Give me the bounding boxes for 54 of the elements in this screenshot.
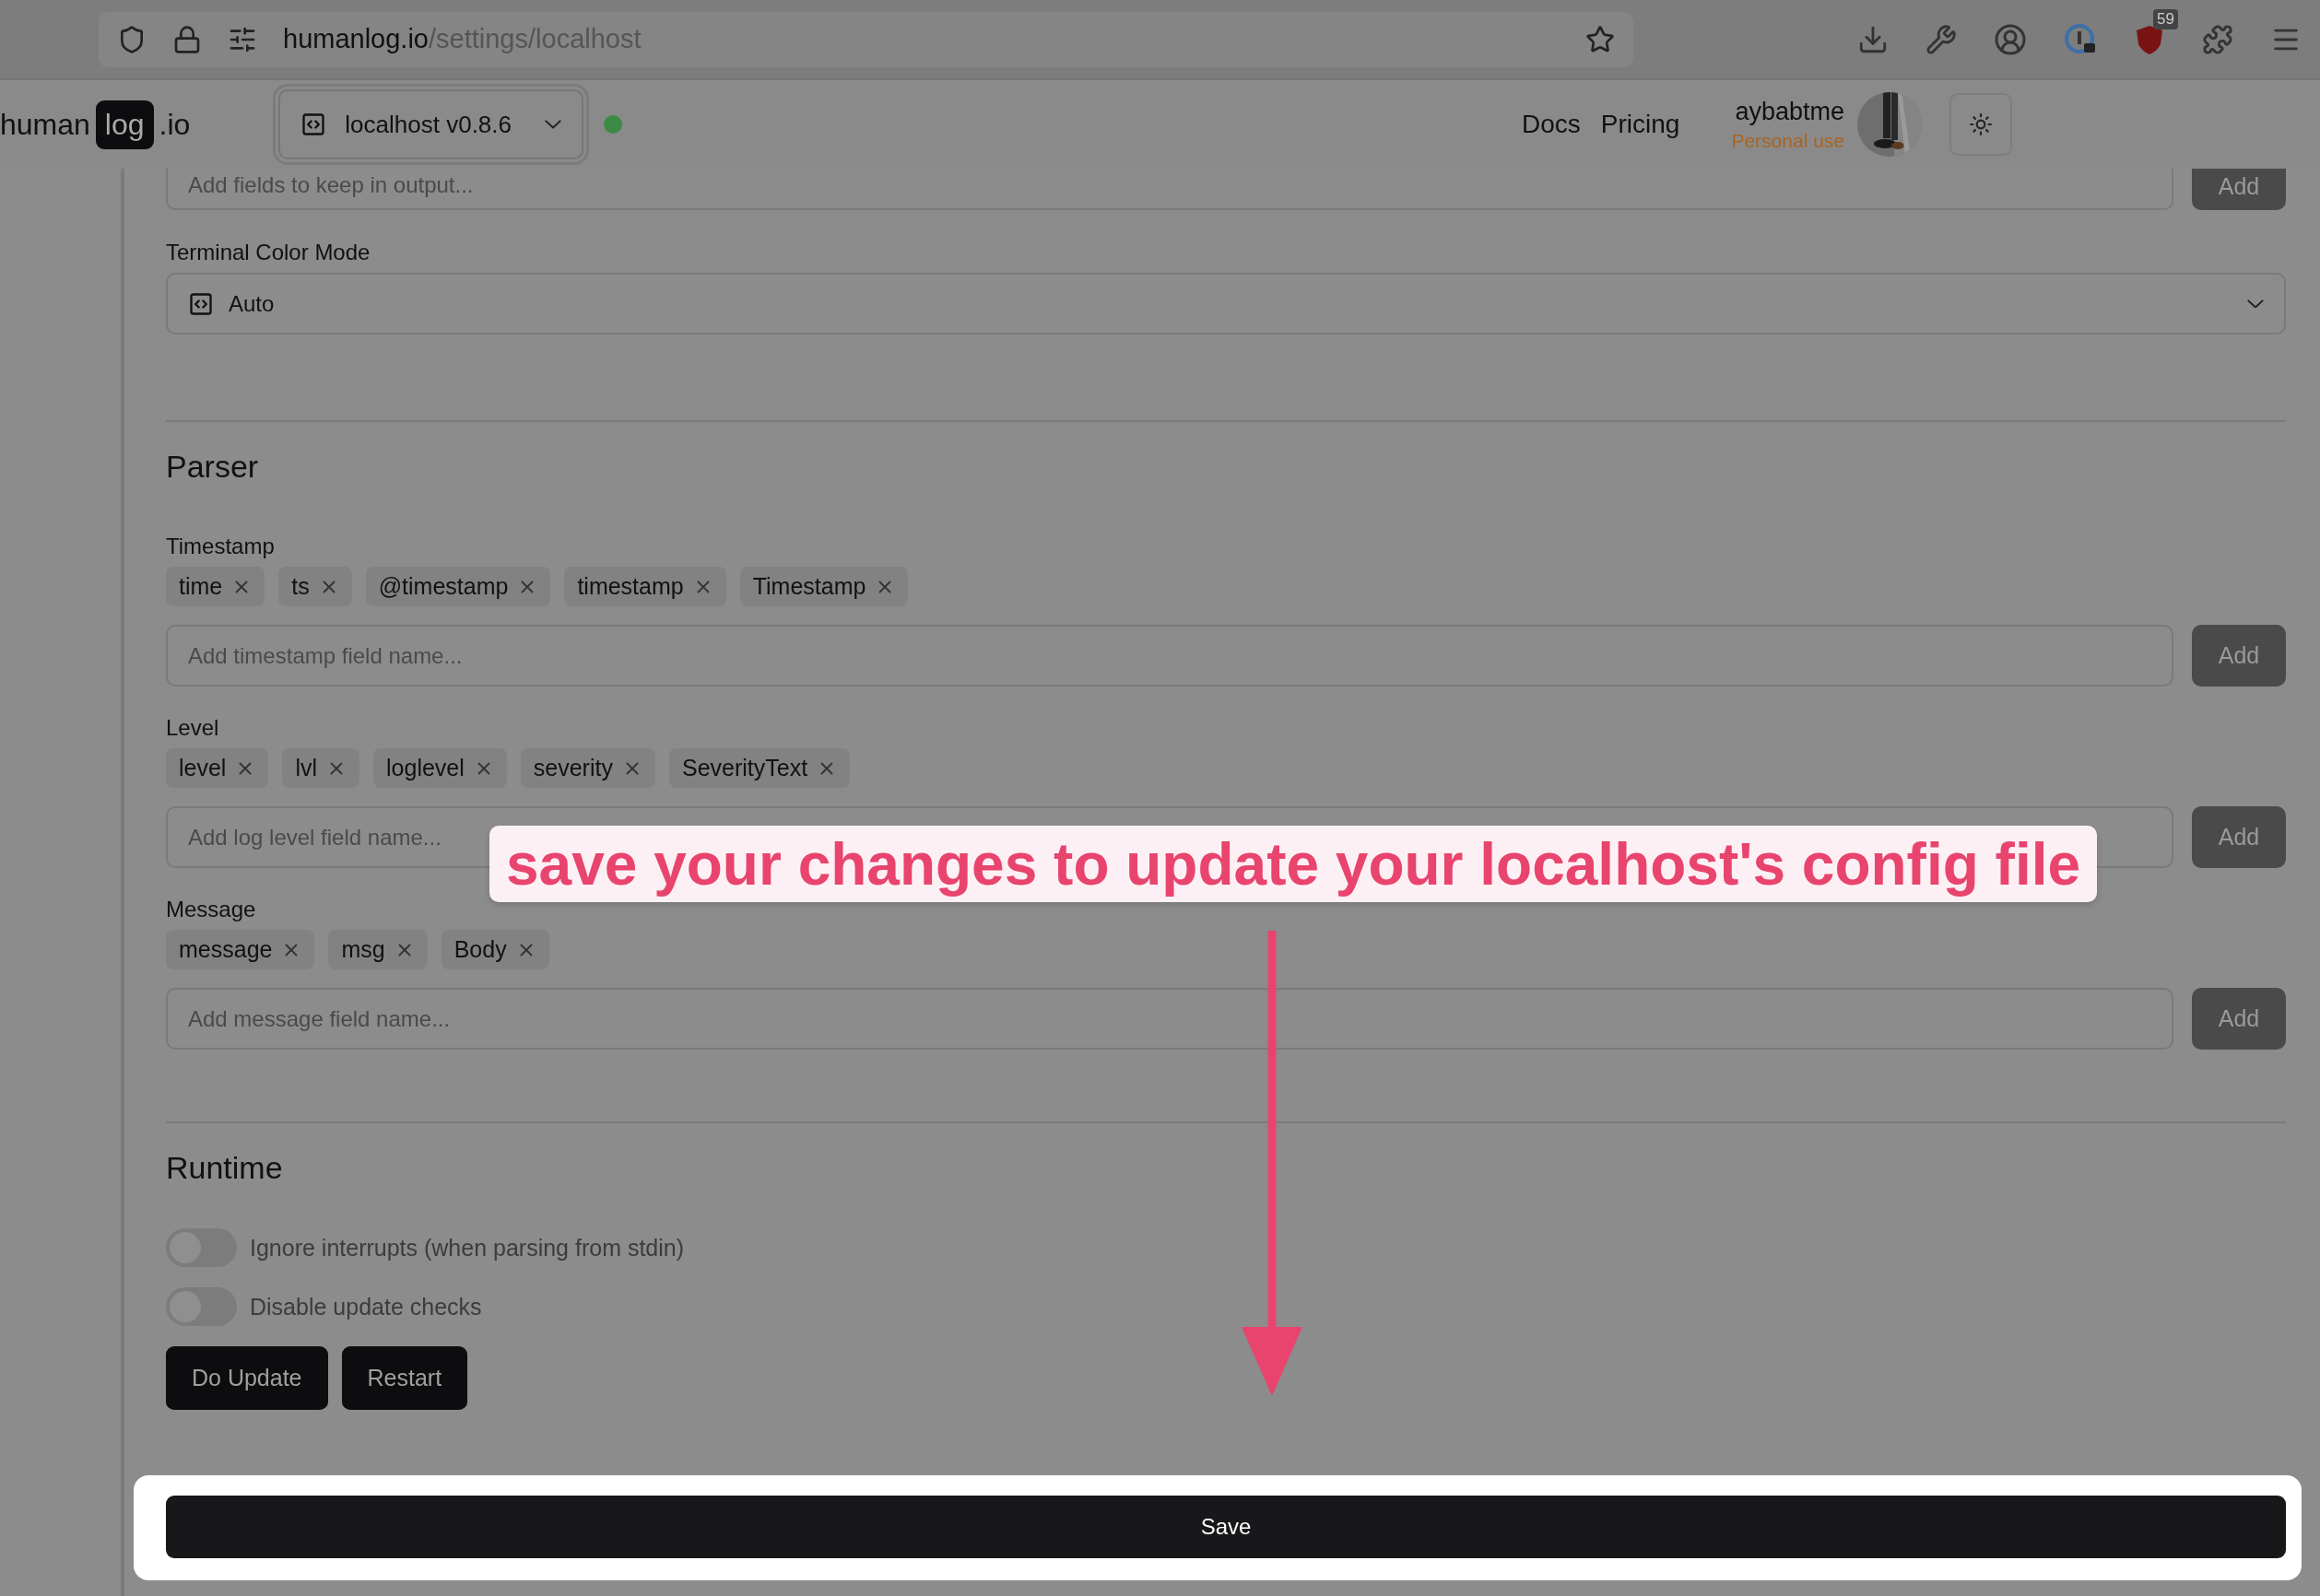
save-button[interactable]: Save <box>166 1496 2286 1558</box>
tag-chip[interactable]: @timestamp <box>365 567 551 606</box>
account-icon[interactable] <box>1994 22 2027 56</box>
input-field[interactable]: Add fields to keep in output... <box>166 169 2173 210</box>
toggle-label: Disable update checks <box>250 1293 482 1320</box>
tag-chip[interactable]: loglevel <box>373 748 507 788</box>
plan-label: Personal use <box>1731 129 1844 152</box>
tag-chip[interactable]: level <box>166 748 269 788</box>
tag-chip[interactable]: SeverityText <box>668 748 851 788</box>
field-label: Level <box>166 714 220 742</box>
add-button[interactable]: Add <box>2192 806 2286 868</box>
input-field[interactable]: Add timestamp field name... <box>166 625 2173 687</box>
wrench-icon[interactable] <box>1925 23 1957 55</box>
tag-chip[interactable]: ts <box>278 567 352 606</box>
add-button[interactable]: Add <box>2192 169 2286 210</box>
add-button[interactable]: Add <box>2192 625 2286 687</box>
tag-chip[interactable]: msg <box>328 930 428 969</box>
chevron-down-icon <box>2247 299 2264 309</box>
tag-chip[interactable]: lvl <box>282 748 360 788</box>
theme-toggle-button[interactable] <box>1949 93 2012 156</box>
code-icon <box>188 290 214 317</box>
section-heading: Runtime <box>166 1149 284 1187</box>
action-button[interactable]: Restart <box>341 1346 468 1410</box>
nav-link[interactable]: Docs <box>1522 110 1581 139</box>
sun-icon <box>1969 112 1993 136</box>
password-manager-icon[interactable] <box>2064 22 2097 56</box>
nav-link[interactable]: Pricing <box>1600 110 1680 139</box>
action-button[interactable]: Do Update <box>166 1346 328 1410</box>
annotation-callout: save your changes to update your localhost's config file <box>489 826 2098 902</box>
logo-text[interactable]: .io <box>159 107 191 142</box>
tag-chip[interactable]: message <box>166 930 315 969</box>
input-field[interactable]: Add message field name... <box>166 988 2173 1050</box>
tag-chip[interactable]: time <box>166 567 265 606</box>
chevron-down-icon <box>545 120 562 129</box>
section-heading: Parser <box>166 448 260 486</box>
field-label: Message <box>166 896 257 923</box>
notification-badge: 59 <box>2153 8 2178 29</box>
bookmark-star-icon[interactable] <box>1585 24 1615 54</box>
logo-text[interactable]: human <box>0 107 90 142</box>
lock-icon[interactable] <box>172 24 202 54</box>
field-label: Timestamp <box>166 533 276 560</box>
field-label: Terminal Color Mode <box>166 239 371 266</box>
extensions-icon[interactable] <box>2202 23 2233 55</box>
code-icon <box>300 111 327 137</box>
tag-chip[interactable]: timestamp <box>564 567 726 606</box>
tag-chip[interactable]: severity <box>520 748 655 788</box>
user-name: aybabtme <box>1735 97 1844 126</box>
shield-extension-icon[interactable] <box>2134 23 2165 55</box>
add-button[interactable]: Add <box>2192 988 2286 1050</box>
tag-chip[interactable]: Timestamp <box>739 567 909 606</box>
logo-mark[interactable]: log <box>95 100 154 149</box>
toggle-label: Ignore interrupts (when parsing from stdin) <box>250 1234 685 1262</box>
tag-chip[interactable]: Body <box>441 930 549 969</box>
select-field[interactable]: Auto <box>166 273 2286 334</box>
